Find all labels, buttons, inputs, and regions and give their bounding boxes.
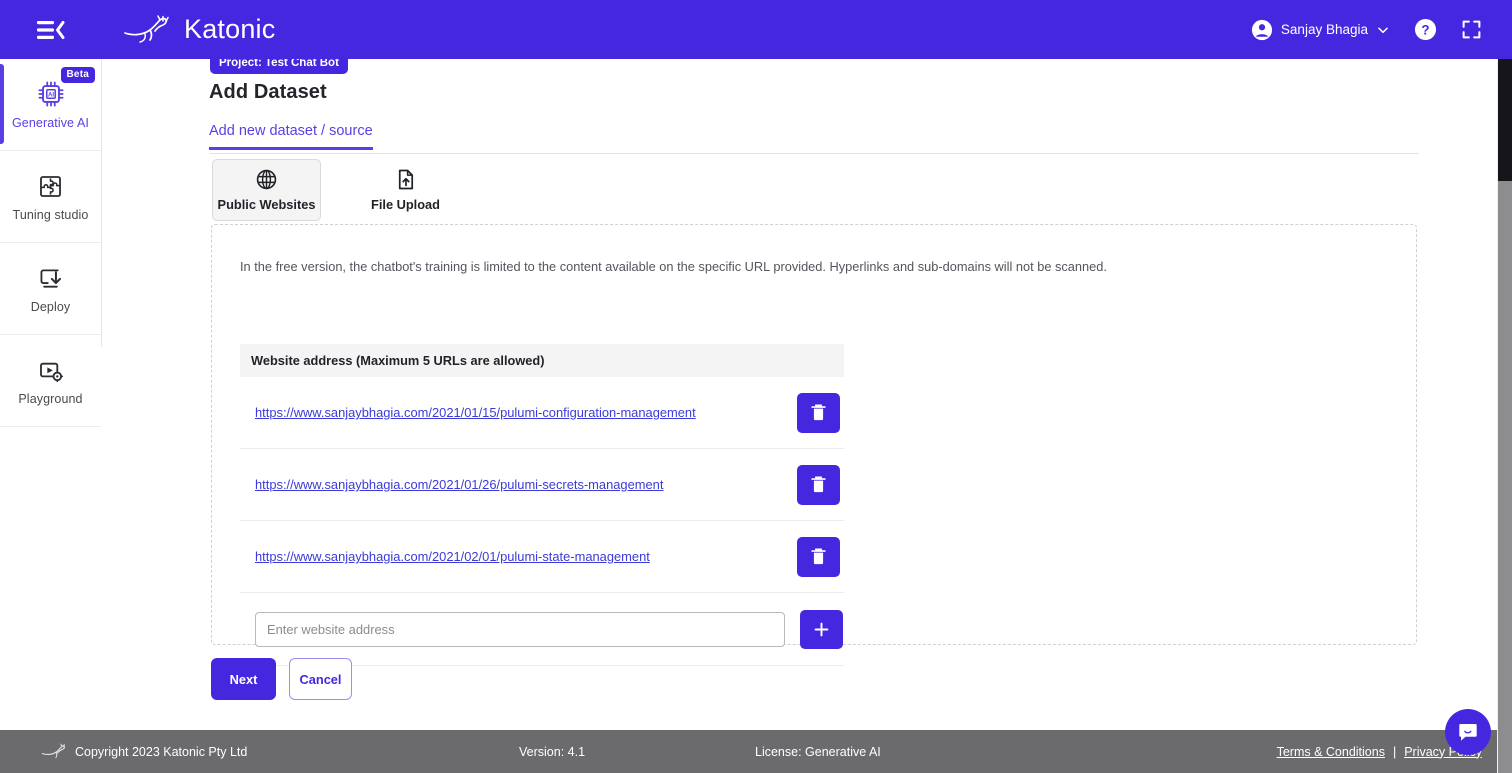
next-button[interactable]: Next [211,658,276,700]
sidebar-item-tuning-studio[interactable]: Tuning studio [0,151,101,243]
fullscreen-button[interactable] [1461,19,1482,40]
footer-license: License: Generative AI [755,744,881,759]
help-circle-icon: ? [1414,18,1437,41]
add-url-button[interactable] [800,609,843,649]
app-footer: Copyright 2023 Katonic Pty Ltd Version: … [0,730,1512,773]
file-upload-icon [398,169,414,190]
sidebar-item-generative-ai[interactable]: Beta AI Generative AI [0,59,101,151]
source-tab-label: Public Websites [217,197,316,212]
plus-icon [814,622,829,636]
user-name-label: Sanjay Bhagia [1280,22,1368,37]
footer-copyright-text: Copyright 2023 Katonic Pty Ltd [75,744,248,759]
source-tab-public-websites[interactable]: Public Websites [212,159,321,221]
footer-copyright: Copyright 2023 Katonic Pty Ltd [40,743,247,761]
sidebar-item-label: Tuning studio [12,207,89,222]
url-row: https://www.sanjaybhagia.com/2021/01/15/… [240,377,844,449]
account-circle-icon [1251,19,1273,40]
source-tab-file-upload[interactable]: File Upload [351,159,460,221]
fullscreen-icon [1462,20,1481,39]
app-root: Katonic Sanjay Bhagia ? Beta AI Generati… [0,0,1512,773]
add-url-row [240,593,844,666]
tab-bar: Add new dataset / source [209,123,1419,154]
brand-logo[interactable]: Katonic [119,14,275,45]
trash-icon [811,476,826,493]
url-link[interactable]: https://www.sanjaybhagia.com/2021/02/01/… [255,549,797,564]
kangaroo-logo-icon [41,743,65,758]
website-address-header: Website address (Maximum 5 URLs are allo… [240,344,844,377]
breadcrumb: Project: Test Chat Bot [210,59,348,74]
chevron-down-icon [1378,26,1388,33]
url-link[interactable]: https://www.sanjaybhagia.com/2021/01/15/… [255,405,797,420]
help-button[interactable]: ? [1414,18,1437,41]
url-row: https://www.sanjaybhagia.com/2021/02/01/… [240,521,844,593]
beta-badge: Beta [60,67,95,83]
page-title: Add Dataset [209,81,327,103]
svg-text:?: ? [1421,22,1429,37]
page-scrollbar[interactable] [1497,59,1512,773]
svg-text:AI: AI [47,91,53,98]
sidebar-item-label: Deploy [30,299,71,314]
menu-collapse-icon [37,20,65,39]
source-type-selector: Public Websites File Upload [212,159,460,221]
globe-icon [256,169,277,190]
header-actions: Sanjay Bhagia ? [1251,18,1482,41]
trash-icon [811,548,826,565]
sidebar-item-label: Generative AI [11,116,90,130]
form-actions: Next Cancel [211,658,352,700]
delete-url-button[interactable] [797,392,840,433]
delete-url-button[interactable] [797,464,840,505]
sidebar-item-playground[interactable]: Playground [0,335,101,427]
cancel-button[interactable]: Cancel [289,658,352,700]
dataset-source-card: In the free version, the chatbot's train… [211,224,1417,666]
free-version-note: In the free version, the chatbot's train… [240,259,1107,274]
kangaroo-logo-icon [124,14,169,43]
footer-version: Version: 4.1 [519,744,586,759]
terms-and-conditions-link[interactable]: Terms & Conditions [1277,745,1385,759]
chat-launcher-button[interactable] [1445,709,1491,755]
tab-add-new-dataset[interactable]: Add new dataset / source [209,123,373,150]
scrollbar-track[interactable] [1498,181,1512,773]
playground-gear-icon [40,362,64,382]
brand-name: Katonic [184,14,276,44]
puzzle-icon [40,175,61,197]
footer-link-separator: | [1392,744,1397,759]
website-address-input[interactable] [255,611,785,647]
ai-chip-icon: AI [37,81,64,107]
source-tab-label: File Upload [371,197,440,212]
url-list: https://www.sanjaybhagia.com/2021/01/15/… [240,377,844,666]
delete-url-button[interactable] [797,536,840,577]
chat-bubble-icon [1459,724,1477,741]
main-content: Project: Test Chat Bot Add Dataset Add n… [102,59,1512,773]
scrollbar-thumb[interactable] [1498,59,1512,181]
url-link[interactable]: https://www.sanjaybhagia.com/2021/01/26/… [255,477,797,492]
user-menu-button[interactable]: Sanjay Bhagia [1251,19,1390,41]
url-row: https://www.sanjaybhagia.com/2021/01/26/… [240,449,844,521]
trash-icon [811,404,826,421]
deploy-download-icon [40,268,62,288]
app-header: Katonic Sanjay Bhagia ? [0,0,1512,59]
sidebar-item-label: Playground [18,391,83,406]
sidebar-item-deploy[interactable]: Deploy [0,243,101,335]
website-address-header-label: Website address (Maximum 5 URLs are allo… [251,353,545,368]
sidebar-collapse-button[interactable] [33,15,69,45]
sidebar: Beta AI Generative AI Tuning studio Depl… [0,59,102,427]
